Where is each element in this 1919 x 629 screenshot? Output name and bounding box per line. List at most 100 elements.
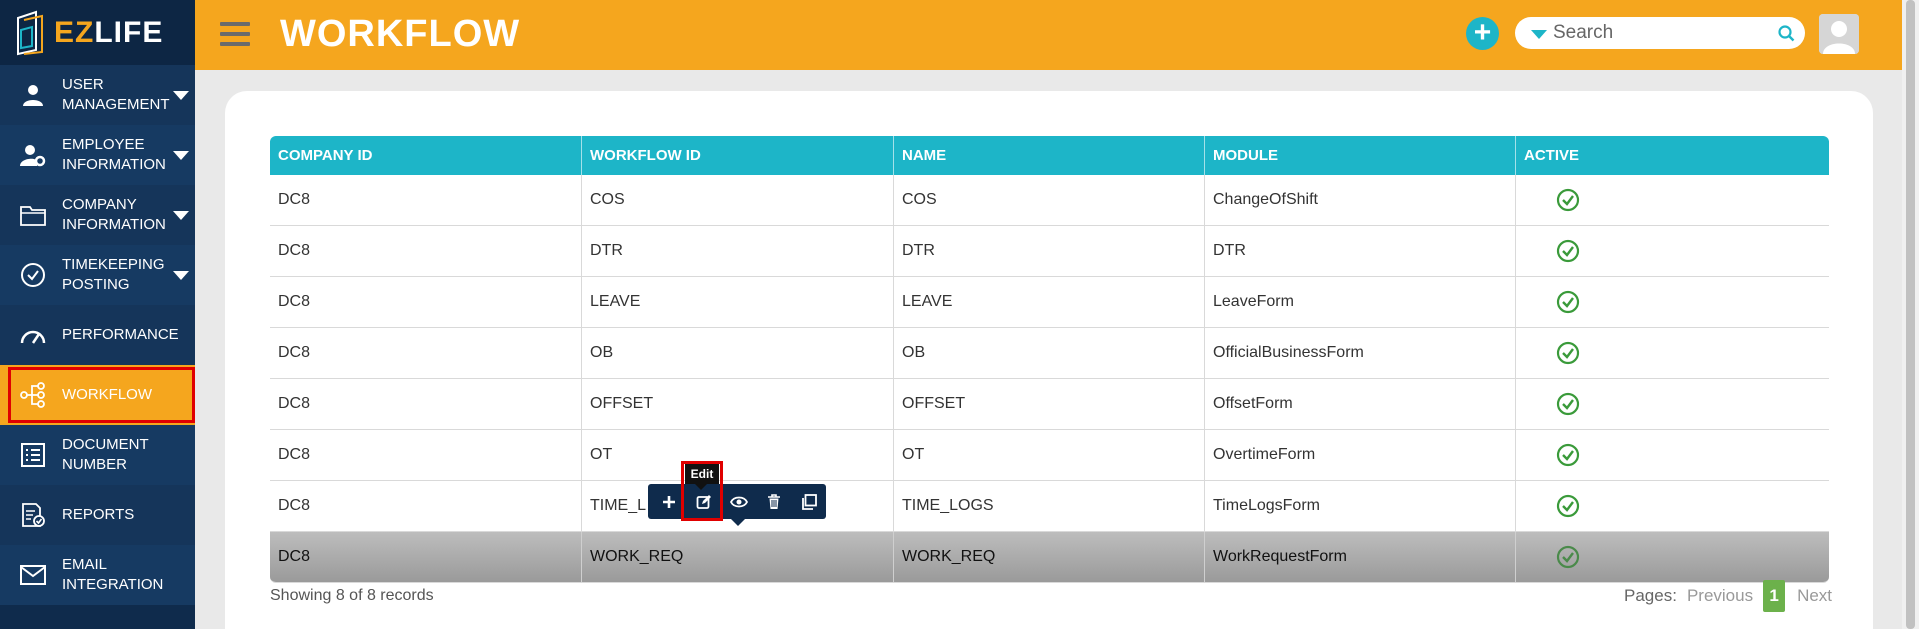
cell-workflow-id: OB	[582, 328, 894, 378]
tooltip-pointer	[695, 484, 707, 490]
check-circle-icon	[1556, 290, 1580, 314]
cell-name: OFFSET	[894, 379, 1205, 429]
check-circle-icon	[1556, 341, 1580, 365]
cell-workflow-id: WORK_REQ	[582, 532, 894, 582]
sidebar-item-label: EMPLOYEE INFORMATION	[62, 136, 166, 173]
sidebar-item-reports[interactable]: REPORTS	[0, 485, 195, 545]
records-count: Showing 8 of 8 records	[270, 587, 434, 604]
sidebar-item-employee-information[interactable]: EMPLOYEE INFORMATION	[0, 125, 195, 185]
cell-name: OB	[894, 328, 1205, 378]
report-icon	[18, 500, 48, 530]
column-header-company-id[interactable]: COMPANY ID	[270, 136, 582, 175]
cell-module: ChangeOfShift	[1205, 175, 1516, 225]
sidebar-item-timekeeping-posting[interactable]: TIMEKEEPING POSTING	[0, 245, 195, 305]
check-circle-icon	[1556, 239, 1580, 263]
sidebar-item-label: EMAIL INTEGRATION	[62, 556, 164, 593]
cell-active	[1516, 328, 1829, 378]
view-button[interactable]	[722, 484, 757, 519]
cell-workflow-id: DTR	[582, 226, 894, 276]
hamburger-menu-icon[interactable]	[220, 22, 250, 46]
table-row[interactable]: DC8 DTR DTR DTR	[270, 226, 1829, 277]
search-icon[interactable]	[1778, 25, 1795, 42]
cell-module: WorkRequestForm	[1205, 532, 1516, 582]
column-header-workflow-id[interactable]: WORKFLOW ID	[582, 136, 894, 175]
sidebar-item-label: TIMEKEEPING POSTING	[62, 256, 165, 293]
user-icon	[18, 80, 48, 110]
cell-workflow-id: OFFSET	[582, 379, 894, 429]
table-row[interactable]: DC8 TIME_L TIME_LOGS TimeLogsForm	[270, 481, 1829, 532]
eye-icon	[729, 496, 748, 507]
search-input[interactable]	[1553, 22, 1773, 44]
scrollbar-thumb[interactable]	[1906, 0, 1915, 629]
cell-workflow-id: COS	[582, 175, 894, 225]
duplicate-button[interactable]	[791, 484, 826, 519]
add-button[interactable]: +	[1466, 17, 1499, 50]
previous-page-link[interactable]: Previous	[1687, 586, 1753, 606]
pages-label: Pages:	[1624, 586, 1677, 605]
sidebar-item-label: PERFORMANCE	[62, 326, 179, 343]
app-logo[interactable]: EZLIFE	[0, 0, 195, 65]
trash-icon	[767, 493, 780, 509]
cell-active	[1516, 226, 1829, 276]
sidebar-item-label: COMPANY INFORMATION	[62, 196, 166, 233]
cell-company-id: DC8	[270, 277, 582, 327]
cell-module: OvertimeForm	[1205, 430, 1516, 480]
chevron-down-icon	[173, 151, 189, 160]
pagination: Pages: Previous 1 Next	[1624, 580, 1832, 612]
sidebar-item-workflow[interactable]: WORKFLOW	[0, 365, 195, 425]
page-scrollbar[interactable]	[1902, 0, 1919, 629]
cell-name: LEAVE	[894, 277, 1205, 327]
column-header-module[interactable]: MODULE	[1205, 136, 1516, 175]
search-box	[1515, 17, 1805, 49]
table-row[interactable]: DC8 OB OB OfficialBusinessForm	[270, 328, 1829, 379]
sidebar-item-company-information[interactable]: COMPANY INFORMATION	[0, 185, 195, 245]
table-row-selected[interactable]: DC8 WORK_REQ WORK_REQ WorkRequestForm	[270, 532, 1829, 583]
delete-button[interactable]	[756, 484, 791, 519]
cell-active	[1516, 175, 1829, 225]
cell-active	[1516, 532, 1829, 582]
table-row[interactable]: DC8 LEAVE LEAVE LeaveForm	[270, 277, 1829, 328]
cell-module: OfficialBusinessForm	[1205, 328, 1516, 378]
sidebar-item-label: DOCUMENT NUMBER	[62, 436, 149, 473]
sidebar-item-label: USER MANAGEMENT	[62, 76, 170, 113]
envelope-icon	[18, 560, 48, 590]
cell-name: DTR	[894, 226, 1205, 276]
table-header: COMPANY ID WORKFLOW ID NAME MODULE ACTIV…	[270, 136, 1829, 175]
chevron-down-icon	[173, 211, 189, 220]
next-page-link[interactable]: Next	[1797, 586, 1832, 606]
check-circle-icon	[1556, 494, 1580, 518]
column-header-name[interactable]: NAME	[894, 136, 1205, 175]
cell-company-id: DC8	[270, 481, 582, 531]
cell-company-id: DC8	[270, 532, 582, 582]
cell-company-id: DC8	[270, 226, 582, 276]
page-1-button[interactable]: 1	[1763, 580, 1786, 612]
sidebar-item-performance[interactable]: PERFORMANCE	[0, 305, 195, 365]
sidebar-item-email-integration[interactable]: EMAIL INTEGRATION	[0, 545, 195, 605]
column-header-active[interactable]: ACTIVE	[1516, 136, 1829, 175]
workflow-table: COMPANY ID WORKFLOW ID NAME MODULE ACTIV…	[270, 136, 1829, 583]
check-circle-icon	[1556, 188, 1580, 212]
cell-module: TimeLogsForm	[1205, 481, 1516, 531]
table-row[interactable]: DC8 OFFSET OFFSET OffsetForm	[270, 379, 1829, 430]
sidebar-item-label: REPORTS	[62, 506, 135, 523]
search-filter-dropdown-icon[interactable]	[1531, 30, 1547, 39]
user-gear-icon	[18, 140, 48, 170]
plus-icon	[663, 495, 676, 508]
cell-workflow-id: OT	[582, 430, 894, 480]
cell-active	[1516, 430, 1829, 480]
sidebar-item-document-number[interactable]: DOCUMENT NUMBER	[0, 425, 195, 485]
cell-active	[1516, 481, 1829, 531]
table-row[interactable]: DC8 COS COS ChangeOfShift	[270, 175, 1829, 226]
cell-module: DTR	[1205, 226, 1516, 276]
sidebar: EZLIFE USER MANAGEMENT EMPLOYEE INFORMAT…	[0, 0, 195, 629]
table-row[interactable]: DC8 OT OT OvertimeForm	[270, 430, 1829, 481]
cell-company-id: DC8	[270, 328, 582, 378]
workflow-icon	[18, 380, 48, 410]
chevron-down-icon	[173, 271, 189, 280]
avatar[interactable]	[1819, 14, 1859, 54]
toolbar-pointer	[731, 519, 745, 526]
cell-name: WORK_REQ	[894, 532, 1205, 582]
sidebar-item-user-management[interactable]: USER MANAGEMENT	[0, 65, 195, 125]
cell-company-id: DC8	[270, 175, 582, 225]
cell-active	[1516, 379, 1829, 429]
